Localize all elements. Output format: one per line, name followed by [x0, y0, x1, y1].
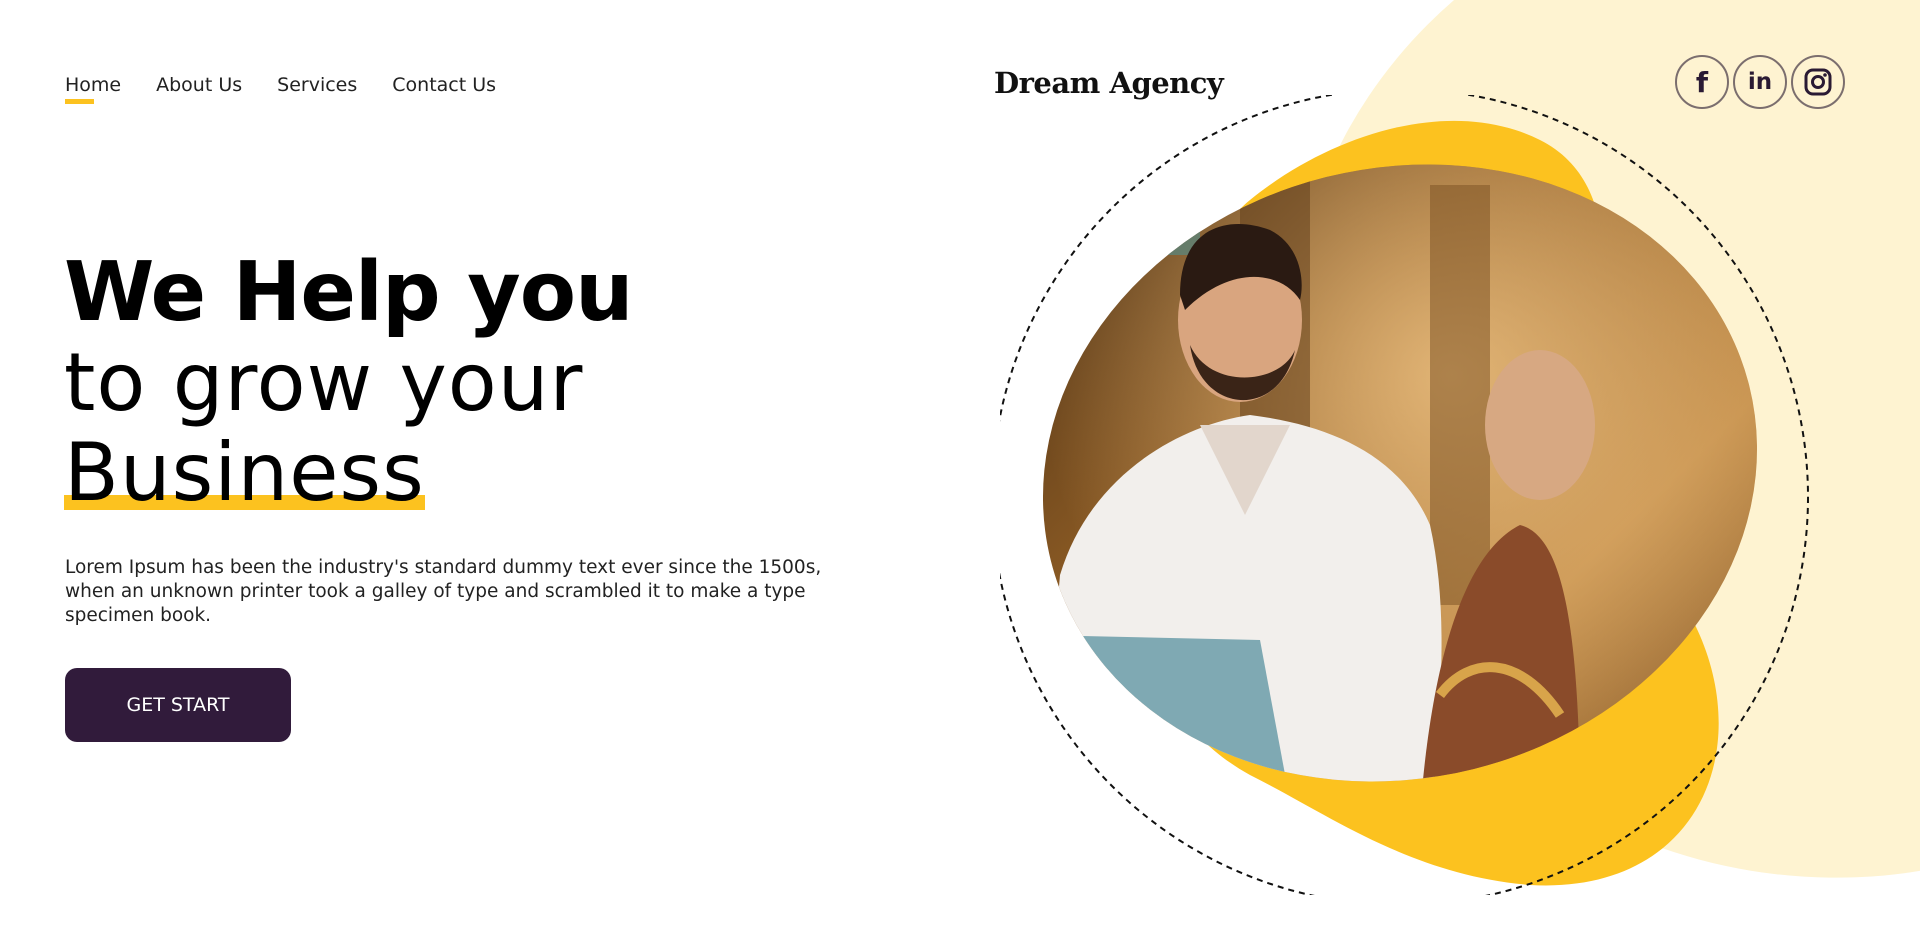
hero-title-line3: Business [64, 428, 425, 518]
linkedin-icon: in [1747, 69, 1773, 95]
get-start-button[interactable]: GET START [65, 668, 291, 742]
hero-title-line1: We Help you [64, 245, 633, 340]
hero-title: We Help you to grow your Business [64, 245, 633, 518]
hero-title-line2: to grow your [64, 336, 584, 429]
nav-item-services[interactable]: Services [277, 74, 357, 96]
hero-illustration [1000, 95, 1820, 895]
main-nav: Home About Us Services Contact Us [65, 74, 496, 104]
facebook-icon: f [1695, 65, 1709, 99]
nav-item-contact[interactable]: Contact Us [392, 74, 496, 96]
instagram-icon [1804, 68, 1832, 96]
nav-item-about[interactable]: About Us [156, 74, 242, 96]
hero-title-highlight: Business [64, 426, 425, 519]
nav-item-home[interactable]: Home [65, 74, 121, 104]
hero-description: Lorem Ipsum has been the industry's stan… [65, 557, 822, 626]
